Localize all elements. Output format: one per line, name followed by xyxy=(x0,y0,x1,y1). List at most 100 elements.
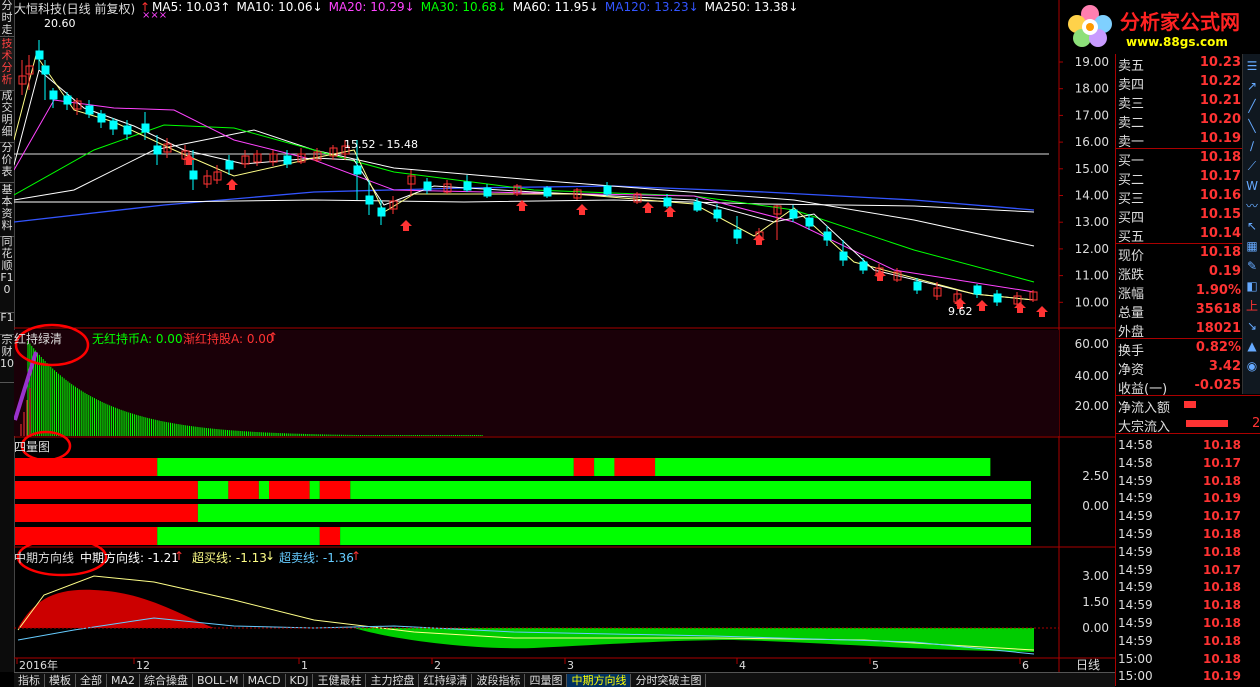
buy-row-value: 10.14 xyxy=(1199,226,1241,241)
ma-legend-item: MA250: 13.38↓ xyxy=(704,0,799,14)
drawing-tool-icon[interactable]: ↗ xyxy=(1244,78,1260,94)
buy-row-label: 买二 xyxy=(1118,173,1145,188)
buy-row: 买四 10.15 xyxy=(1116,206,1260,226)
tab-4[interactable]: 综合操盘 xyxy=(140,673,194,687)
stat-row: 涨跌0.19最 xyxy=(1116,263,1260,283)
tick-row: 14:59 10.18 xyxy=(1116,596,1260,614)
price-axis-label: 10.00 xyxy=(1075,295,1109,309)
nav-item-5[interactable]: 同花顺F10 xyxy=(0,236,14,313)
tab-11[interactable]: 波段指标 xyxy=(472,673,526,687)
drawing-tool-icon[interactable]: ▦ xyxy=(1244,238,1260,254)
tab-10[interactable]: 红持绿清 xyxy=(419,673,473,687)
candle xyxy=(805,217,814,227)
flow-label: 净流入额 xyxy=(1118,401,1171,416)
four-volume-segment xyxy=(157,458,574,476)
tick-price: 10.18 xyxy=(1203,598,1241,613)
buy-row-label: 买三 xyxy=(1118,192,1145,207)
range-label: 15.52 - 15.48 xyxy=(344,138,418,151)
tick-time: 14:59 xyxy=(1118,562,1153,577)
four-volume-segment xyxy=(197,481,229,499)
stock-title: 大恒科技(日线 前复权) xyxy=(14,2,136,16)
drawing-tool-icon[interactable]: ╲ xyxy=(1244,118,1260,134)
tab-7[interactable]: KDJ xyxy=(286,673,314,687)
candle xyxy=(153,145,162,155)
sell-row-value: 10.21 xyxy=(1199,93,1241,108)
flow-extra: 2 xyxy=(1252,416,1260,431)
tab-6[interactable]: MACD xyxy=(244,673,286,687)
candle xyxy=(823,231,832,241)
tab-14[interactable]: 分时突破主图 xyxy=(631,673,707,687)
tab-2[interactable]: 全部 xyxy=(76,673,107,687)
tick-row: 14:59 10.18 xyxy=(1116,578,1260,596)
drawing-tool-icon[interactable]: ✎ xyxy=(1244,258,1260,274)
candle xyxy=(839,251,848,261)
buy-row: 买一 10.18 xyxy=(1116,149,1260,169)
candle xyxy=(463,181,472,191)
ma20-line xyxy=(14,99,1035,293)
nav-item-0[interactable]: 分时走势 xyxy=(0,0,14,37)
candle xyxy=(713,209,722,219)
tick-time: 15:00 xyxy=(1118,669,1153,684)
panel-name-siliang[interactable]: 四量图 xyxy=(14,438,50,455)
drawing-tool-icon[interactable]: ☰ xyxy=(1244,58,1260,74)
drawing-tool-icon[interactable]: W xyxy=(1244,178,1260,194)
tab-9[interactable]: 主力控盘 xyxy=(366,673,420,687)
four-volume-segment xyxy=(340,527,1031,545)
nav-item-3[interactable]: 分价表 xyxy=(0,142,14,183)
drawing-tool-icon[interactable]: 上 xyxy=(1244,298,1260,314)
nav-item-2[interactable]: 成交明细 xyxy=(0,90,14,143)
up-arrow-icon: ↑ xyxy=(174,549,185,563)
price-axis-label: 14.00 xyxy=(1075,189,1109,203)
nav-item-4[interactable]: 基本资料 xyxy=(0,184,14,237)
nav-item-6[interactable]: F1 xyxy=(0,312,14,335)
tab-8[interactable]: 王健最柱 xyxy=(313,673,367,687)
tab-0[interactable]: 指标 xyxy=(14,673,45,687)
candle xyxy=(733,229,742,239)
panel3-axis-label: 2.50 xyxy=(1082,469,1109,483)
date-axis-label: 3 xyxy=(567,659,574,672)
drawing-tool-icon[interactable]: ◉ xyxy=(1244,358,1260,374)
drawing-tool-icon[interactable]: ▲ xyxy=(1244,338,1260,354)
tick-row: 14:59 10.18 xyxy=(1116,472,1260,490)
panel-name-zhongqi[interactable]: 中期方向线 xyxy=(14,549,74,566)
nav-item-1[interactable]: 技术分析 xyxy=(0,38,14,91)
tick-time: 14:59 xyxy=(1118,544,1153,559)
ma-legend-item: MA120: 13.23↓ xyxy=(604,0,699,14)
drawing-tool-icon[interactable]: ⟋ xyxy=(1244,158,1260,174)
drawing-tool-icon[interactable]: ↖ xyxy=(1244,218,1260,234)
candle xyxy=(913,281,922,291)
drawing-tool-icon[interactable]: ╱ xyxy=(1244,98,1260,114)
tab-1[interactable]: 模板 xyxy=(45,673,76,687)
flower-icon xyxy=(1068,5,1112,47)
four-volume-segment xyxy=(15,504,198,522)
tab-5[interactable]: BOLL-M xyxy=(193,673,244,687)
up-arrow-icon: ↑ xyxy=(351,549,362,563)
tab-13[interactable]: 中期方向线 xyxy=(567,673,632,687)
candle xyxy=(97,113,106,123)
brand-url[interactable]: www.88gs.com xyxy=(1126,35,1228,49)
tick-row: 14:59 10.18 xyxy=(1116,525,1260,543)
drawing-tool-icon[interactable]: ◧ xyxy=(1244,278,1260,294)
candle xyxy=(41,65,50,75)
panel-name-hongchi[interactable]: 红持绿清 xyxy=(14,330,62,347)
four-volume-segment xyxy=(15,458,158,476)
stat-row-label: 涨幅 xyxy=(1118,287,1145,302)
price-axis-label: 15.00 xyxy=(1075,162,1109,176)
tick-time: 14:59 xyxy=(1118,473,1153,488)
flow-bar xyxy=(1186,420,1228,427)
tab-3[interactable]: MA2 xyxy=(107,673,141,687)
nav-item-7[interactable]: 宗财10 xyxy=(0,334,14,383)
four-volume-segment xyxy=(319,481,351,499)
buy-arrow-icon xyxy=(226,179,238,190)
drawing-tool-icon[interactable]: ∕ xyxy=(1244,138,1260,154)
drawing-tool-icon[interactable]: 〰 xyxy=(1244,198,1260,214)
panel3-axis-label: 0.00 xyxy=(1082,499,1109,513)
sell-row-value: 10.20 xyxy=(1199,112,1241,127)
sell-row-value: 10.23 xyxy=(1199,55,1241,70)
panel4-line1: 中期方向线: -1.21 xyxy=(80,551,179,565)
sell-row-label: 卖二 xyxy=(1118,116,1145,131)
drawing-tool-icon[interactable]: ↘ xyxy=(1244,318,1260,334)
tick-price: 10.18 xyxy=(1203,544,1241,559)
tick-price: 10.17 xyxy=(1203,562,1241,577)
tab-12[interactable]: 四量图 xyxy=(525,673,568,687)
